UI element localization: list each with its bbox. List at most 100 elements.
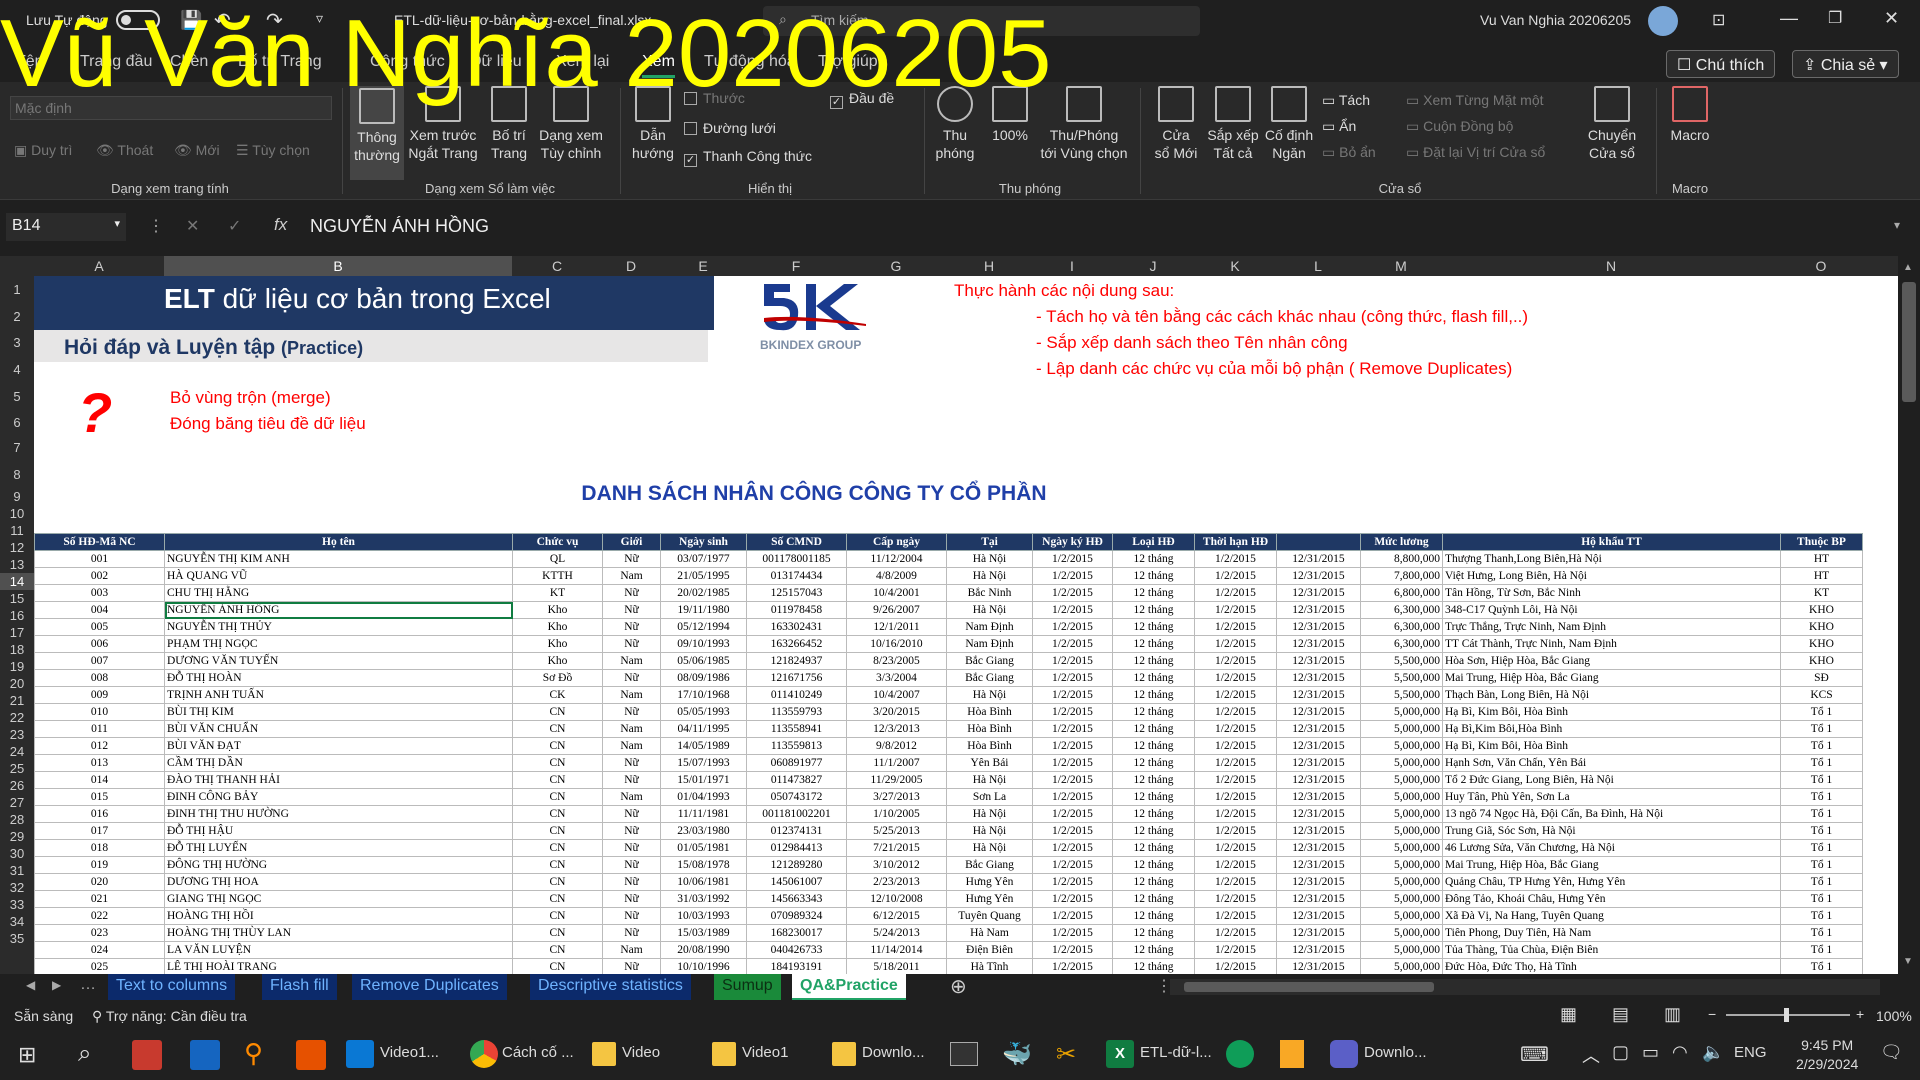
table-cell[interactable]: Yên Bái <box>946 754 1033 772</box>
table-cell[interactable]: Trực Thắng, Trực Ninh, Nam Định <box>1442 618 1781 636</box>
table-cell[interactable]: Nữ <box>602 924 661 942</box>
arrange-all-button[interactable]: Sắp xếp Tất cả <box>1204 86 1262 162</box>
table-cell[interactable]: Nam <box>602 737 661 755</box>
tab-formulas[interactable]: Công thức <box>370 53 445 71</box>
row-header[interactable]: 1 <box>0 276 34 303</box>
table-cell[interactable]: 01/04/1993 <box>660 788 747 806</box>
app-icon-4[interactable] <box>296 1040 326 1070</box>
table-cell[interactable]: 12/31/2015 <box>1276 737 1361 755</box>
table-cell[interactable]: KCS <box>1780 686 1863 704</box>
table-cell[interactable]: 121824937 <box>746 652 847 670</box>
table-cell[interactable]: 12 tháng <box>1112 737 1195 755</box>
table-cell[interactable]: Bắc Giang <box>946 652 1033 670</box>
tab-insert[interactable]: Chèn <box>170 53 208 71</box>
table-cell[interactable]: KTTH <box>512 567 603 585</box>
row-header[interactable]: 18 <box>0 641 34 658</box>
table-cell[interactable]: Nữ <box>602 669 661 687</box>
table-cell[interactable]: DƯƠNG THỊ HOA <box>164 873 513 891</box>
page-break-icon-status[interactable]: ▥ <box>1664 1004 1681 1025</box>
table-cell[interactable]: 6,300,000 <box>1360 618 1443 636</box>
terminal-icon[interactable] <box>950 1042 978 1066</box>
table-cell[interactable]: HOÀNG THỊ THÙY LAN <box>164 924 513 942</box>
table-cell[interactable]: 15/03/1989 <box>660 924 747 942</box>
table-cell[interactable]: 10/16/2010 <box>846 635 947 653</box>
table-cell[interactable]: CẦM THỊ DẦN <box>164 754 513 772</box>
table-cell[interactable]: 5,000,000 <box>1360 907 1443 925</box>
table-cell[interactable]: NGUYỄN ÁNH HỒNG <box>164 601 513 619</box>
sheet-tab-flash-fill[interactable]: Flash fill <box>262 974 337 1000</box>
table-cell[interactable]: 12/31/2015 <box>1276 618 1361 636</box>
table-cell[interactable]: HT <box>1780 550 1863 568</box>
table-cell[interactable]: 05/05/1993 <box>660 703 747 721</box>
sheet-tab-sumup[interactable]: Sumup <box>714 974 781 1000</box>
table-cell[interactable]: 05/06/1985 <box>660 652 747 670</box>
row-header[interactable]: 8 <box>0 461 34 488</box>
share-button[interactable]: ⇪ Chia sẻ ▾ <box>1792 50 1899 78</box>
table-cell[interactable]: LÊ THỊ HOÀI TRANG <box>164 958 513 974</box>
table-cell[interactable]: 013174434 <box>746 567 847 585</box>
row-header[interactable]: 13 <box>0 556 34 573</box>
table-cell[interactable]: 11/1/2007 <box>846 754 947 772</box>
table-cell[interactable]: Huy Tân, Phù Yên, Sơn La <box>1442 788 1781 806</box>
table-cell[interactable]: 5,000,000 <box>1360 720 1443 738</box>
table-cell[interactable]: Việt Hưng, Long Biên, Hà Nội <box>1442 567 1781 585</box>
table-cell[interactable]: 1/2/2015 <box>1032 584 1113 602</box>
table-cell[interactable]: CN <box>512 788 603 806</box>
table-cell[interactable]: 5,000,000 <box>1360 856 1443 874</box>
table-cell[interactable]: 5/24/2013 <box>846 924 947 942</box>
table-cell[interactable]: 1/2/2015 <box>1032 618 1113 636</box>
table-cell[interactable]: 11/29/2005 <box>846 771 947 789</box>
clock[interactable]: 9:45 PM 2/29/2024 <box>1796 1036 1858 1074</box>
table-cell[interactable]: 040426733 <box>746 941 847 959</box>
row-header[interactable]: 31 <box>0 862 34 879</box>
table-cell[interactable]: 1/2/2015 <box>1032 788 1113 806</box>
table-cell[interactable]: 03/07/1977 <box>660 550 747 568</box>
table-cell[interactable]: 1/2/2015 <box>1194 771 1277 789</box>
table-cell[interactable]: Tổ 1 <box>1780 720 1863 738</box>
add-sheet-icon[interactable]: ⊕ <box>950 974 967 999</box>
table-cell[interactable]: BÙI VĂN ĐẠT <box>164 737 513 755</box>
comment-button[interactable]: ☐ Chú thích <box>1666 50 1776 78</box>
table-cell[interactable]: 12 tháng <box>1112 771 1195 789</box>
table-cell[interactable]: 023 <box>34 924 165 942</box>
table-cell[interactable]: 1/2/2015 <box>1032 771 1113 789</box>
zoom-level[interactable]: 100% <box>1876 1008 1912 1024</box>
table-cell[interactable]: 009 <box>34 686 165 704</box>
table-cell[interactable]: 001181002201 <box>746 805 847 823</box>
zoom-slider-thumb[interactable] <box>1784 1008 1789 1022</box>
page-layout-icon-status[interactable]: ▤ <box>1612 1004 1629 1025</box>
table-cell[interactable]: 20/02/1985 <box>660 584 747 602</box>
table-cell[interactable]: 1/2/2015 <box>1032 839 1113 857</box>
table-cell[interactable]: 163302431 <box>746 618 847 636</box>
table-cell[interactable]: Thượng Thanh,Long Biên,Hà Nội <box>1442 550 1781 568</box>
keep-button[interactable]: ▣ Duy trì <box>14 142 72 159</box>
table-cell[interactable]: Tổ 1 <box>1780 805 1863 823</box>
table-cell[interactable]: 12 tháng <box>1112 839 1195 857</box>
table-cell[interactable]: CHU THỊ HẰNG <box>164 584 513 602</box>
table-cell[interactable]: Xã Đà Vị, Na Hang, Tuyên Quang <box>1442 907 1781 925</box>
worksheet[interactable]: ELT dữ liệu cơ bản trong Excel Hỏi đáp v… <box>34 276 1898 974</box>
table-cell[interactable]: HOÀNG THỊ HỒI <box>164 907 513 925</box>
table-cell[interactable]: BÙI VĂN CHUẨN <box>164 720 513 738</box>
table-cell[interactable]: 021 <box>34 890 165 908</box>
table-cell[interactable]: 125157043 <box>746 584 847 602</box>
row-header[interactable]: 35 <box>0 930 34 947</box>
table-cell[interactable]: Đông Tảo, Khoái Châu, Hưng Yên <box>1442 890 1781 908</box>
table-header-cell[interactable]: Số CMND <box>746 533 847 551</box>
table-cell[interactable]: CN <box>512 890 603 908</box>
table-cell[interactable]: Hà Nội <box>946 805 1033 823</box>
table-cell[interactable]: Hưng Yên <box>946 873 1033 891</box>
tab-home[interactable]: Trang đầu <box>80 53 152 71</box>
table-cell[interactable]: 9/8/2012 <box>846 737 947 755</box>
vscode-icon[interactable] <box>346 1040 374 1068</box>
next-sheet-icon[interactable]: ▶ <box>52 978 61 992</box>
table-cell[interactable]: Bắc Giang <box>946 856 1033 874</box>
table-cell[interactable]: Hưng Yên <box>946 890 1033 908</box>
table-cell[interactable]: 1/2/2015 <box>1194 805 1277 823</box>
table-cell[interactable]: 019 <box>34 856 165 874</box>
table-cell[interactable]: 3/27/2013 <box>846 788 947 806</box>
powerbi-icon[interactable] <box>1280 1040 1304 1068</box>
table-cell[interactable]: 1/2/2015 <box>1032 805 1113 823</box>
headings-checkbox[interactable]: ✓ Đầu đề <box>830 90 894 109</box>
table-cell[interactable]: 12/31/2015 <box>1276 805 1361 823</box>
